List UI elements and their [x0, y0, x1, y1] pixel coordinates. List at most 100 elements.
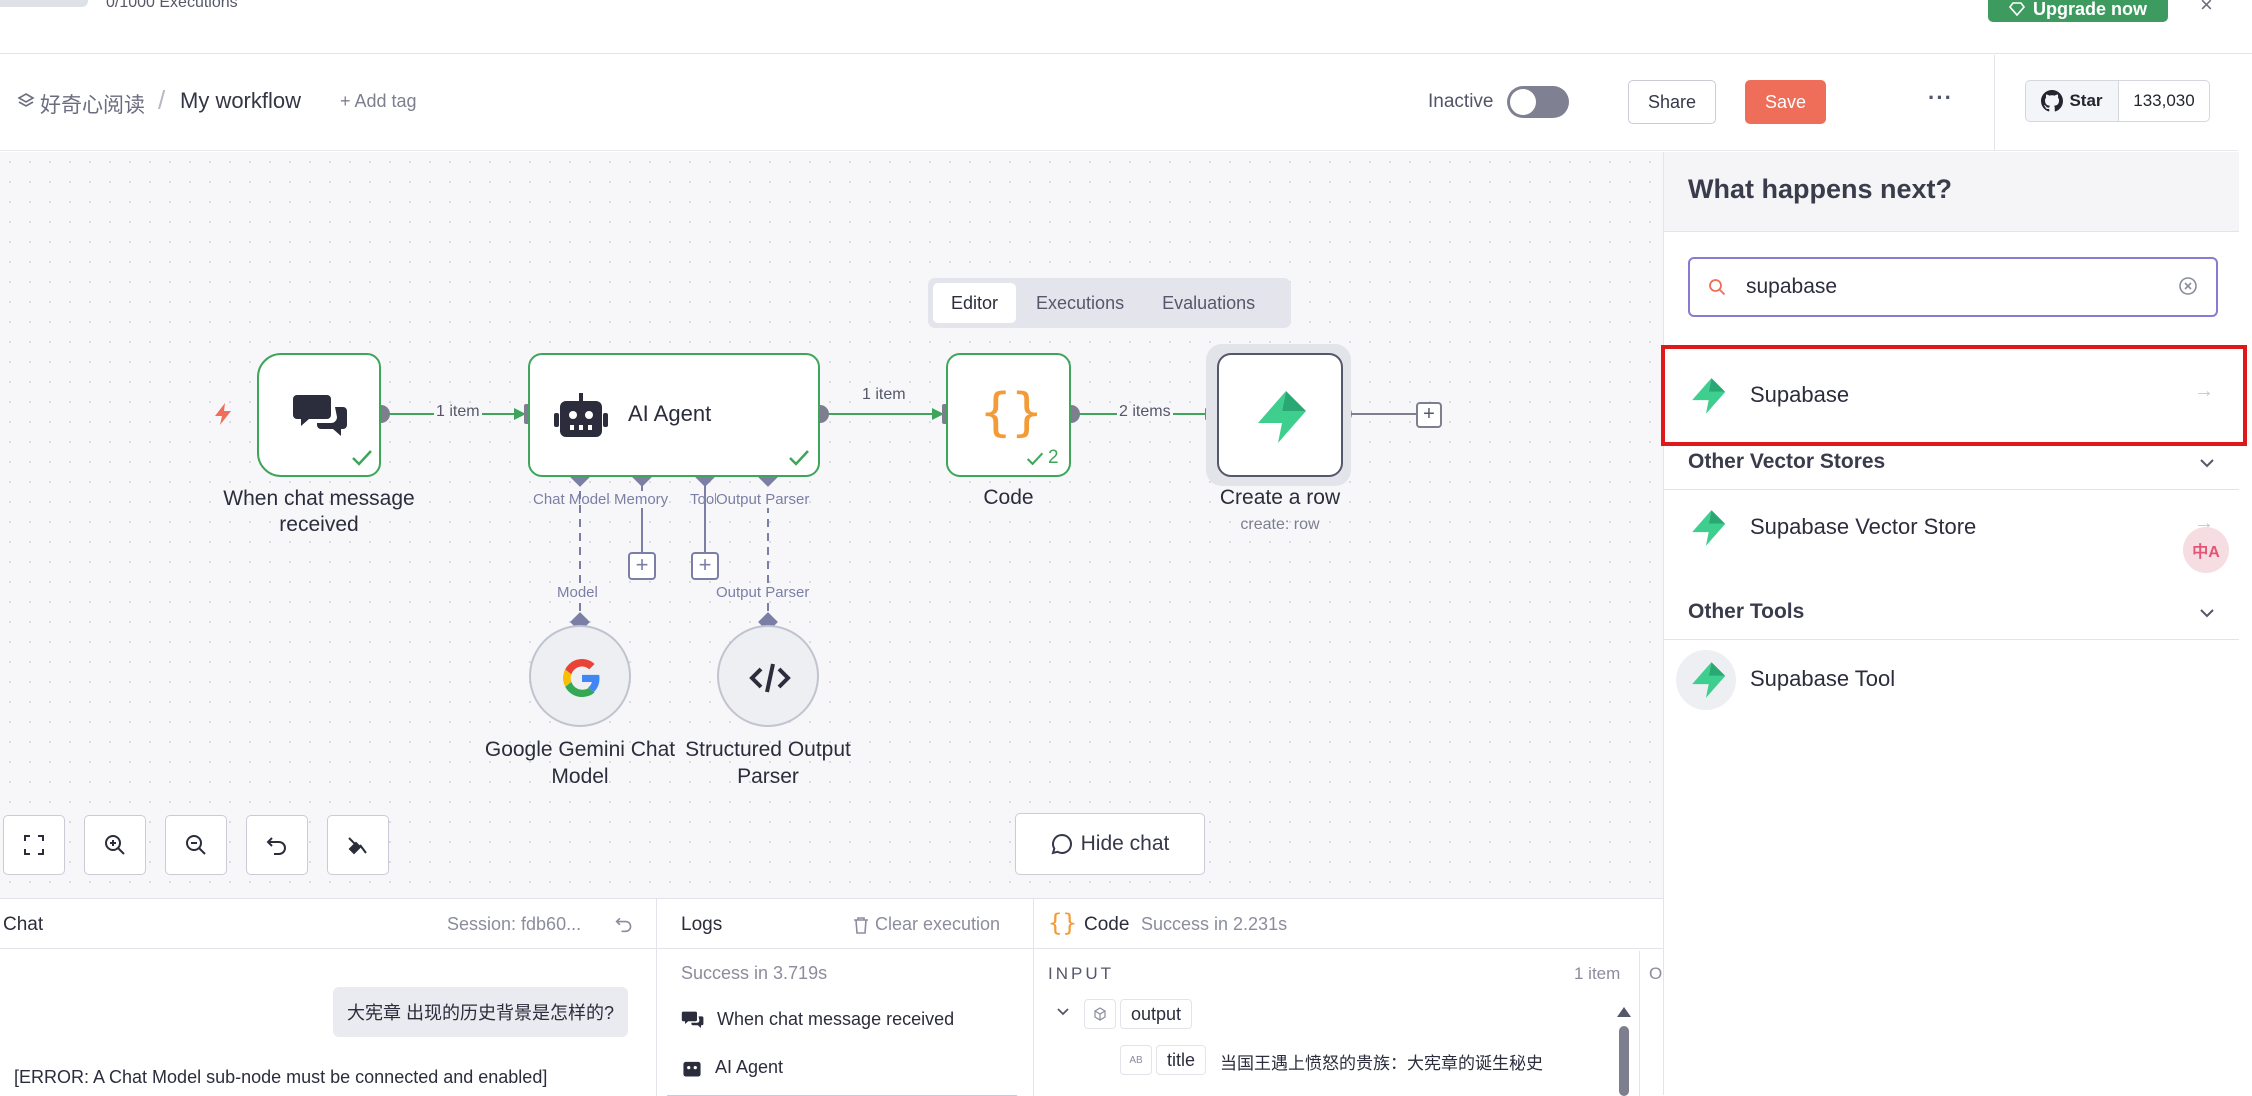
chevron-down-icon[interactable] — [1056, 1005, 1070, 1019]
zoom-in-icon — [105, 835, 125, 855]
view-tabs: Editor Executions Evaluations — [928, 278, 1291, 328]
search-icon — [1709, 279, 1726, 296]
node-create-row[interactable] — [1217, 353, 1343, 477]
field-title[interactable]: title — [1156, 1045, 1207, 1075]
code-status: Success in 2.231s — [1141, 914, 1288, 934]
more-options-button[interactable]: ··· — [1928, 85, 1953, 111]
breadcrumb-project[interactable]: 好奇心阅读 — [40, 89, 145, 119]
add-memory-button[interactable]: + — [628, 552, 656, 580]
supabase-icon — [1258, 391, 1306, 443]
input-item-count: 1 item — [1574, 964, 1621, 983]
node-structured-output-parser[interactable] — [717, 625, 819, 727]
node-output-column: {} Code Success in 2.231s INPUT 1 item O… — [1034, 899, 1663, 1096]
fit-view-button[interactable] — [3, 815, 65, 875]
workflow-header: 好奇心阅读 / My workflow + Add tag Inactive S… — [0, 55, 2238, 151]
active-toggle[interactable] — [1507, 86, 1569, 118]
share-button[interactable]: Share — [1628, 80, 1716, 124]
string-type-icon: AB — [1120, 1045, 1152, 1075]
clear-search-icon[interactable] — [2178, 276, 2198, 296]
active-status-label: Inactive — [1428, 91, 1494, 112]
clear-execution-button[interactable]: Clear execution — [853, 914, 1000, 935]
workflow-name[interactable]: My workflow — [180, 88, 301, 114]
toggle-knob — [1510, 89, 1536, 115]
node-google-gemini[interactable] — [529, 625, 631, 727]
user-message: 大宪章 出现的历史背景是怎样的? — [333, 987, 629, 1037]
field-title-value: 当国王遇上愤怒的贵族：大宪章的诞生秘史 — [1220, 1054, 1543, 1073]
result-item-supabase-vector-store[interactable]: Supabase Vector Store → — [1664, 494, 2239, 560]
code-braces-icon: {} — [1048, 909, 1077, 937]
upgrade-button[interactable]: Upgrade now — [1988, 0, 2168, 22]
chat-bubbles-icon — [681, 1011, 704, 1028]
scroll-up-arrow[interactable] — [1617, 1007, 1631, 1017]
log-entry-label: AI Agent — [715, 1057, 784, 1077]
node-ai-agent[interactable]: AI Agent — [528, 353, 820, 477]
robot-icon — [683, 1061, 701, 1077]
session-id: Session: fdb60... — [447, 914, 582, 934]
github-star-button[interactable]: Star — [2025, 80, 2119, 122]
section-title: Other Vector Stores — [1688, 450, 1886, 473]
selection-highlight-box — [1661, 345, 2247, 446]
section-other-vector-stores[interactable]: Other Vector Stores — [1664, 438, 2239, 490]
result-item-supabase-tool[interactable]: Supabase Tool — [1664, 646, 2239, 712]
zoom-out-icon — [186, 835, 206, 855]
chat-bubble-icon — [1051, 833, 1072, 855]
title-line: Structured Output — [685, 738, 851, 761]
chat-title: Chat — [3, 914, 44, 935]
diamond-icon — [2008, 2, 2025, 17]
hide-chat-button[interactable]: Hide chat — [1015, 813, 1205, 875]
title-line: Parser — [737, 765, 799, 788]
checkmark-icon — [352, 450, 372, 466]
error-message: [ERROR: A Chat Model sub-node must be co… — [14, 1067, 548, 1087]
zoom-in-button[interactable] — [84, 815, 146, 875]
logs-summary: Success in 3.719s — [681, 963, 828, 983]
github-star-label: Star — [2069, 91, 2103, 110]
tab-editor[interactable]: Editor — [933, 283, 1017, 323]
executions-count: 0/1000 Executions — [106, 0, 238, 11]
checkmark-icon — [789, 450, 809, 466]
zoom-out-button[interactable] — [165, 815, 227, 875]
edge-label: 2 items — [1117, 403, 1173, 421]
reset-session-icon[interactable] — [615, 915, 633, 933]
edge-label: 1 item — [434, 403, 482, 421]
logs-column: Logs Clear execution Success in 3.719s W… — [657, 899, 1034, 1096]
title-line: When chat message — [223, 487, 415, 510]
chat-column: Chat Session: fdb60... 大宪章 出现的历史背景是怎样的? … — [0, 899, 657, 1096]
log-entry[interactable]: AI Agent — [681, 1057, 783, 1078]
translate-extension-button[interactable]: 中A — [2183, 527, 2229, 573]
checkmark-icon — [1026, 452, 1044, 466]
handle-label-chat-model: Chat Model — [533, 491, 610, 508]
field-output[interactable]: output — [1120, 999, 1193, 1029]
reset-zoom-button[interactable] — [246, 815, 308, 875]
add-tool-button[interactable]: + — [691, 552, 719, 580]
node-chat-trigger[interactable] — [257, 353, 381, 477]
log-entry[interactable]: When chat message received — [681, 1009, 954, 1030]
section-other-tools[interactable]: Other Tools — [1664, 588, 2239, 640]
result-name: Supabase Tool — [1750, 666, 1896, 691]
hide-chat-label: Hide chat — [1080, 832, 1170, 855]
add-node-button[interactable]: + — [1416, 402, 1442, 428]
fit-view-icon — [24, 835, 44, 855]
node-structured-output-parser-title: Structured Output Parser — [658, 736, 878, 790]
code-header: {} Code Success in 2.231s — [1034, 899, 1663, 949]
tidy-up-button[interactable] — [327, 815, 389, 875]
workflow-canvas[interactable]: Editor Executions Evaluations When chat … — [0, 152, 1663, 898]
search-value: supabase — [1746, 275, 1838, 298]
node-create-row-title: Create a row — [1219, 486, 1341, 509]
tab-executions[interactable]: Executions — [1018, 283, 1142, 323]
node-search-input[interactable]: supabase — [1688, 257, 2218, 317]
broom-icon — [348, 837, 367, 855]
logs-title: Logs — [681, 914, 723, 935]
github-star-count[interactable]: 133,030 — [2118, 80, 2210, 122]
chat-bubbles-icon — [293, 395, 347, 436]
add-tag-button[interactable]: + Add tag — [340, 91, 417, 112]
banner-close-button[interactable]: × — [2200, 0, 2213, 18]
chevron-down-icon — [2200, 609, 2214, 618]
section-title: Other Tools — [1688, 600, 1805, 623]
node-code[interactable]: {} 2 — [946, 353, 1071, 477]
scrollbar-thumb[interactable] — [1619, 1026, 1629, 1096]
result-name: Supabase Vector Store — [1750, 514, 1977, 539]
node-ai-agent-title: AI Agent — [628, 401, 712, 426]
save-button[interactable]: Save — [1745, 80, 1826, 124]
logs-panel: Chat Session: fdb60... 大宪章 出现的历史背景是怎样的? … — [0, 898, 1663, 1096]
tab-evaluations[interactable]: Evaluations — [1144, 283, 1273, 323]
